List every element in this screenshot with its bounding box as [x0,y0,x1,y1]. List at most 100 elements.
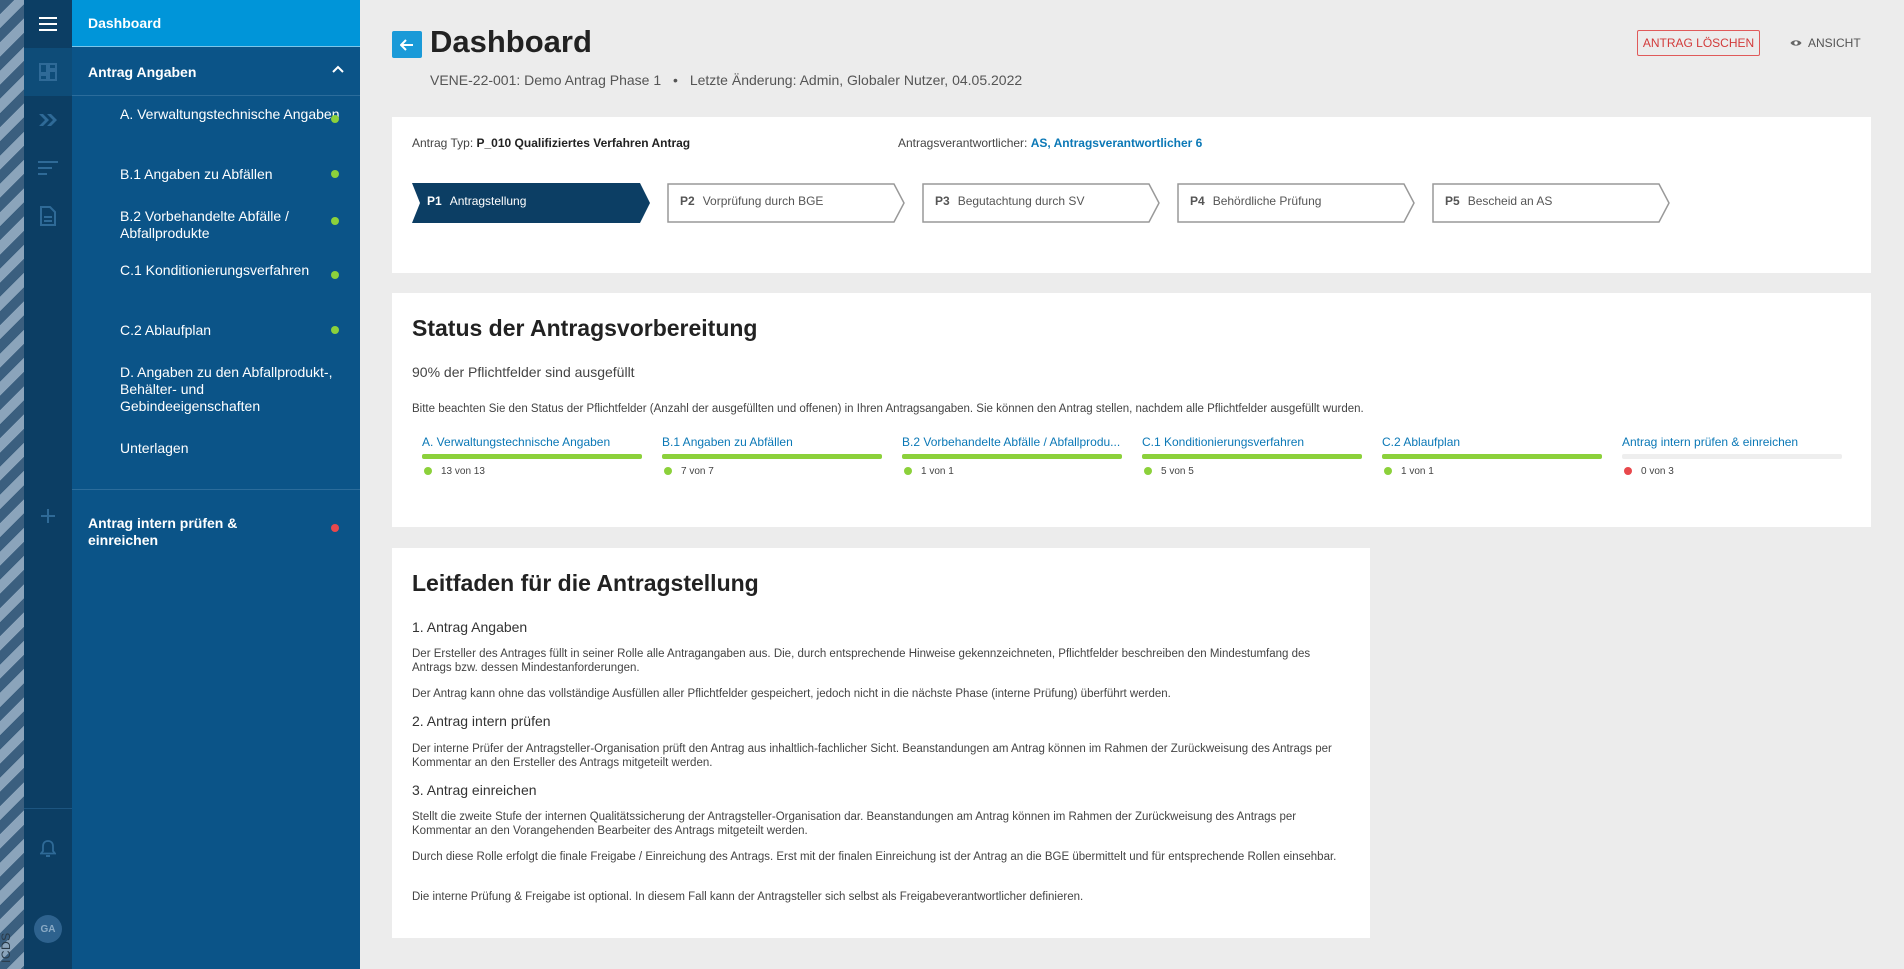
type-label: Antrag Typ: [412,136,474,150]
progress-link[interactable]: C.2 Ablaufplan [1382,435,1602,449]
phase-label: Behördliche Prüfung [1212,194,1322,208]
status-dot [1144,467,1152,475]
progress-track [1622,454,1842,459]
progress-item: B.2 Vorbehandelte Abfälle / Abfallprodu.… [902,435,1122,477]
back-button[interactable] [392,31,422,58]
document-icon[interactable] [24,192,72,240]
guide-paragraph: Der Antrag kann ohne das vollständige Au… [412,688,1171,700]
status-dot [664,467,672,475]
status-note: Bitte beachten Sie den Status der Pflich… [412,403,1364,415]
application-type: Antrag Typ: P_010 Qualifiziertes Verfahr… [412,136,690,150]
double-chevron-icon[interactable] [24,96,72,144]
sidebar-divider [72,489,360,490]
guide-heading-3: 3. Antrag einreichen [412,782,537,798]
guide-title: Leitfaden für die Antragstellung [412,570,759,596]
guide-heading-1: 1. Antrag Angaben [412,619,528,635]
guide-heading-2: 2. Antrag intern prüfen [412,713,551,729]
progress-count: 7 von 7 [681,466,714,477]
status-dot [331,271,339,279]
plus-icon[interactable] [24,492,72,540]
menu-icon[interactable] [24,0,72,48]
status-percent: 90% der Pflichtfelder sind ausgefüllt [412,364,635,380]
progress-fill [1382,454,1602,459]
progress-count: 1 von 1 [921,466,954,477]
status-dot [331,217,339,225]
sidebar-item-b2[interactable]: B.2 Vorbehandelte Abfälle / Abfallproduk… [120,208,340,242]
last-change: Letzte Änderung: Admin, Globaler Nutzer,… [689,72,1023,88]
sidebar-item-submit[interactable]: Antrag intern prüfen & einreichen [88,515,308,549]
progress-track [902,454,1122,459]
application-id: VENE-22-001: Demo Antrag Phase 1 [430,72,662,88]
sidebar-item-d[interactable]: D. Angaben zu den Abfallprodukt-, Behält… [120,364,340,415]
page-title: Dashboard [430,24,592,59]
bullet-separator: • [673,72,678,88]
progress-fill [902,454,1122,459]
sidebar-item-a[interactable]: A. Verwaltungstechnische Angaben [120,106,340,123]
dashboard-grid-icon[interactable] [24,48,72,96]
guide-paragraph: Die interne Prüfung & Freigabe ist optio… [412,891,1084,903]
sidebar-item-c1[interactable]: C.1 Konditionierungsverfahren [120,262,340,279]
progress-link[interactable]: A. Verwaltungstechnische Angaben [422,435,642,449]
status-dot [331,524,339,532]
responsible-link[interactable]: AS, Antragsverantwortlicher 6 [1031,136,1203,150]
sidebar-section-antrag-angaben[interactable]: Antrag Angaben [72,48,360,96]
progress-item: C.1 Konditionierungsverfahren 5 von 5 [1142,435,1362,477]
responsible-label: Antragsverantwortlicher: [898,136,1028,150]
progress-item: Antrag intern prüfen & einreichen 0 von … [1622,435,1842,477]
status-dot [904,467,912,475]
avatar[interactable]: GA [34,915,62,943]
sidebar-item-c2[interactable]: C.2 Ablaufplan [120,322,340,339]
progress-count: 5 von 5 [1161,466,1194,477]
status-dot [1384,467,1392,475]
phase-label: Bescheid an AS [1467,194,1553,208]
progress-count: 0 von 3 [1641,466,1674,477]
status-card: Status der Antragsvorbereitung 90% der P… [392,293,1871,527]
status-dot [1624,467,1632,475]
phase-code: P3 [935,194,950,208]
eye-icon [1790,40,1802,46]
progress-count: 1 von 1 [1401,466,1434,477]
icon-rail: GA [24,0,72,969]
guide-paragraph: Der Ersteller des Antrages füllt in sein… [412,648,1311,674]
progress-track [662,454,882,459]
progress-link[interactable]: B.2 Vorbehandelte Abfälle / Abfallprodu.… [902,435,1122,449]
guide-paragraph: Stellt die zweite Stufe der internen Qua… [412,811,1297,837]
progress-item: B.1 Angaben zu Abfällen 7 von 7 [662,435,882,477]
sidebar-section-label: Antrag Angaben [88,63,197,80]
progress-track [1382,454,1602,459]
view-button-label: ANSICHT [1808,36,1861,50]
phase-code: P4 [1190,194,1205,208]
progress-track [422,454,642,459]
page-subtitle: VENE-22-001: Demo Antrag Phase 1 • Letzt… [430,72,1022,88]
delete-application-button[interactable]: ANTRAG LÖSCHEN [1637,30,1760,56]
status-title: Status der Antragsvorbereitung [412,315,758,341]
type-value: P_010 Qualifiziertes Verfahren Antrag [476,136,691,150]
sidebar-item-dashboard[interactable]: Dashboard [72,0,360,47]
arrow-left-icon [400,38,413,51]
progress-link[interactable]: Antrag intern prüfen & einreichen [1622,435,1842,449]
brand-logo: ICDS [0,932,13,963]
phase-code: P2 [680,194,695,208]
progress-item: C.2 Ablaufplan 1 von 1 [1382,435,1602,477]
sidebar-nav: Dashboard Antrag Angaben A. Verwaltungst… [72,0,360,969]
guide-paragraph: Durch diese Rolle erfolgt die finale Fre… [412,851,1337,863]
progress-track [1142,454,1362,459]
chevron-up-icon [332,65,344,73]
brand-stripe: ICDS [0,0,24,969]
bell-icon[interactable] [24,825,72,873]
application-responsible: Antragsverantwortlicher: AS, Antragsvera… [898,136,1202,150]
progress-link[interactable]: C.1 Konditionierungsverfahren [1142,435,1362,449]
overview-card: Antrag Typ: P_010 Qualifiziertes Verfahr… [392,117,1871,273]
view-button[interactable]: ANSICHT [1790,30,1861,56]
guide-card: Leitfaden für die Antragstellung 1. Antr… [392,548,1370,938]
progress-link[interactable]: B.1 Angaben zu Abfällen [662,435,882,449]
phase-label: Antragstellung [449,194,527,208]
phase-label: Begutachtung durch SV [957,194,1085,208]
status-dot [331,115,339,123]
sidebar-item-b1[interactable]: B.1 Angaben zu Abfällen [120,166,340,183]
phase-code: P5 [1445,194,1460,208]
progress-fill [1142,454,1362,459]
sidebar-item-unterlagen[interactable]: Unterlagen [120,440,340,457]
progress-fill [662,454,882,459]
filter-list-icon[interactable] [24,144,72,192]
